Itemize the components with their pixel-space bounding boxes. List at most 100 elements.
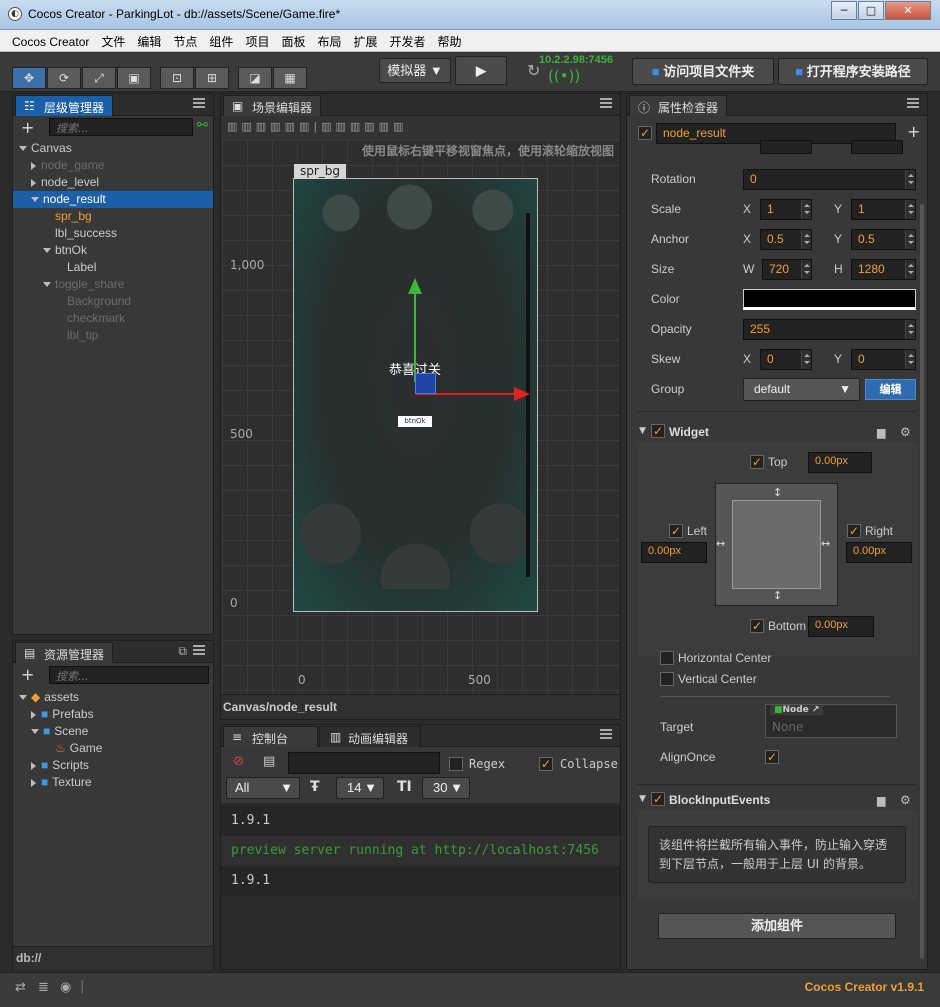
target-node-field[interactable]: ■Node ↗ None bbox=[765, 704, 897, 738]
opacity-field[interactable]: 255 bbox=[743, 319, 916, 340]
spinner-icon[interactable] bbox=[905, 200, 915, 219]
hierarchy-node[interactable]: toggle_share bbox=[13, 276, 213, 293]
collapsed-arrow-icon[interactable] bbox=[31, 778, 36, 787]
simulator-select[interactable]: 模拟器 ▼ bbox=[379, 58, 451, 83]
menu-node[interactable]: 节点 bbox=[167, 30, 203, 53]
close-button[interactable]: ✕ bbox=[885, 1, 931, 20]
snap-toggle-icon[interactable]: ▦ bbox=[273, 67, 307, 89]
asset-item[interactable]: ■ Texture bbox=[13, 774, 213, 791]
tab-inspector[interactable]: ⓘ 属性检查器 bbox=[629, 95, 728, 116]
hierarchy-node[interactable]: Canvas bbox=[13, 140, 213, 157]
scale-y-field[interactable]: 1 bbox=[851, 199, 916, 220]
collapsed-arrow-icon[interactable] bbox=[31, 710, 36, 719]
collapsed-arrow-icon[interactable] bbox=[31, 161, 36, 170]
hierarchy-node[interactable]: node_level bbox=[13, 174, 213, 191]
coord-toggle-icon[interactable]: ⊞ bbox=[195, 67, 229, 89]
btnok-button[interactable]: btnOk bbox=[398, 416, 432, 427]
block-input-enabled-checkbox[interactable]: ✓ bbox=[651, 792, 665, 806]
panel-menu-icon[interactable] bbox=[600, 98, 612, 108]
menu-layout[interactable]: 布局 bbox=[311, 30, 347, 53]
scale-tool-icon[interactable]: ⤢ bbox=[82, 67, 116, 89]
gizmo-toggle-icon[interactable]: ◪ bbox=[238, 67, 272, 89]
anchor-x-field[interactable]: 0.5 bbox=[760, 229, 812, 250]
collapse-arrow-icon[interactable]: ▼ bbox=[639, 794, 646, 804]
eye-icon[interactable]: ◉ bbox=[60, 980, 71, 995]
gizmo-y-arrow-icon[interactable] bbox=[408, 278, 422, 294]
add-asset-icon[interactable]: + bbox=[21, 665, 34, 684]
gear-icon[interactable]: ⚙ bbox=[900, 425, 911, 439]
gizmo-x-arrow-icon[interactable] bbox=[514, 387, 530, 401]
top-checkbox[interactable]: ✓ bbox=[750, 455, 764, 469]
console-filter-input[interactable] bbox=[288, 752, 440, 774]
collapsed-arrow-icon[interactable] bbox=[31, 761, 36, 770]
menu-cocos-creator[interactable]: Cocos Creator bbox=[6, 32, 95, 52]
gear-icon[interactable]: ⚙ bbox=[900, 793, 911, 807]
spinner-icon[interactable] bbox=[905, 230, 915, 249]
right-checkbox[interactable]: ✓ bbox=[847, 524, 861, 538]
asset-item[interactable]: ■ Prefabs bbox=[13, 706, 213, 723]
left-checkbox[interactable]: ✓ bbox=[669, 524, 683, 538]
add-node-icon[interactable]: + bbox=[21, 118, 34, 137]
hierarchy-node[interactable]: Background bbox=[13, 293, 213, 310]
database-icon[interactable]: ≣ bbox=[38, 980, 49, 995]
font-size-select[interactable]: 14 ▼ bbox=[336, 777, 384, 799]
spinner-icon[interactable] bbox=[905, 170, 915, 189]
gizmo-y-axis[interactable] bbox=[414, 292, 416, 382]
add-component-button[interactable]: 添加组件 bbox=[658, 913, 896, 939]
collapse-arrow-icon[interactable]: ▼ bbox=[639, 426, 646, 436]
minimize-button[interactable]: ─ bbox=[831, 1, 857, 20]
rotation-field[interactable]: 0 bbox=[743, 169, 916, 190]
asset-item[interactable]: ■ Scripts bbox=[13, 757, 213, 774]
panel-menu-icon[interactable] bbox=[193, 98, 205, 108]
bottom-input[interactable]: 0.00px bbox=[808, 616, 874, 637]
size-width-field[interactable]: 720 bbox=[762, 259, 812, 280]
hierarchy-node[interactable]: btnOk bbox=[13, 242, 213, 259]
gizmo-center-handle[interactable] bbox=[415, 373, 436, 394]
hierarchy-node[interactable]: spr_bg bbox=[13, 208, 213, 225]
open-log-icon[interactable]: ▤ bbox=[263, 754, 275, 769]
hierarchy-node[interactable]: checkmark bbox=[13, 310, 213, 327]
menu-component[interactable]: 组件 bbox=[203, 30, 239, 53]
node-active-checkbox[interactable]: ✓ bbox=[638, 126, 652, 140]
help-icon[interactable]: ▆ bbox=[877, 794, 885, 807]
skew-y-field[interactable]: 0 bbox=[851, 349, 916, 370]
hierarchy-node[interactable]: lbl_tip bbox=[13, 327, 213, 344]
menu-project[interactable]: 项目 bbox=[239, 30, 275, 53]
scene-viewport[interactable]: 使用鼠标右键平移视窗焦点，使用滚轮缩放视图 1,000 500 0 0 500 … bbox=[222, 140, 620, 692]
menu-extension[interactable]: 扩展 bbox=[347, 30, 383, 53]
spinner-icon[interactable] bbox=[905, 350, 915, 369]
move-tool-icon[interactable]: ✥ bbox=[12, 67, 46, 89]
size-height-field[interactable]: 1280 bbox=[851, 259, 916, 280]
bottom-checkbox[interactable]: ✓ bbox=[750, 619, 764, 633]
panel-menu-icon[interactable] bbox=[193, 645, 205, 655]
collapsed-arrow-icon[interactable] bbox=[31, 178, 36, 187]
spinner-icon[interactable] bbox=[905, 320, 915, 339]
sync-icon[interactable]: ⇄ bbox=[15, 980, 26, 995]
color-swatch[interactable] bbox=[743, 289, 916, 310]
horizontal-center-checkbox[interactable] bbox=[660, 651, 674, 665]
spr-bg-sprite[interactable] bbox=[292, 177, 538, 612]
assets-search-input[interactable]: 搜索... bbox=[49, 666, 209, 684]
scale-x-field[interactable]: 1 bbox=[760, 199, 812, 220]
expand-arrow-icon[interactable] bbox=[43, 282, 51, 288]
spinner-icon[interactable] bbox=[801, 260, 811, 279]
align-toolbar[interactable]: ▥▥▥▥▥▥|▥▥▥▥▥▥ bbox=[227, 120, 407, 133]
log-level-select[interactable]: All ▼ bbox=[226, 777, 300, 799]
tab-scene[interactable]: ▣ 场景编辑器 bbox=[223, 95, 322, 116]
position-x-field[interactable] bbox=[760, 140, 812, 154]
expand-arrow-icon[interactable] bbox=[31, 197, 39, 203]
expand-arrow-icon[interactable] bbox=[19, 146, 27, 152]
help-icon[interactable]: ▆ bbox=[877, 426, 885, 439]
alignonce-checkbox[interactable]: ✓ bbox=[765, 750, 779, 764]
spinner-icon[interactable] bbox=[801, 230, 811, 249]
add-icon[interactable]: + bbox=[907, 122, 920, 141]
tab-assets[interactable]: ▤ 资源管理器 bbox=[15, 642, 114, 663]
expand-arrow-icon[interactable] bbox=[31, 729, 39, 735]
menu-developer[interactable]: 开发者 bbox=[384, 30, 432, 53]
rect-tool-icon[interactable]: ▣ bbox=[117, 67, 151, 89]
panel-menu-icon[interactable] bbox=[600, 729, 612, 739]
menu-panel[interactable]: 面板 bbox=[275, 30, 311, 53]
locate-icon[interactable]: ⚯ bbox=[197, 118, 208, 133]
hierarchy-node[interactable]: node_result bbox=[13, 191, 213, 208]
group-edit-button[interactable]: 编辑 bbox=[865, 379, 916, 400]
